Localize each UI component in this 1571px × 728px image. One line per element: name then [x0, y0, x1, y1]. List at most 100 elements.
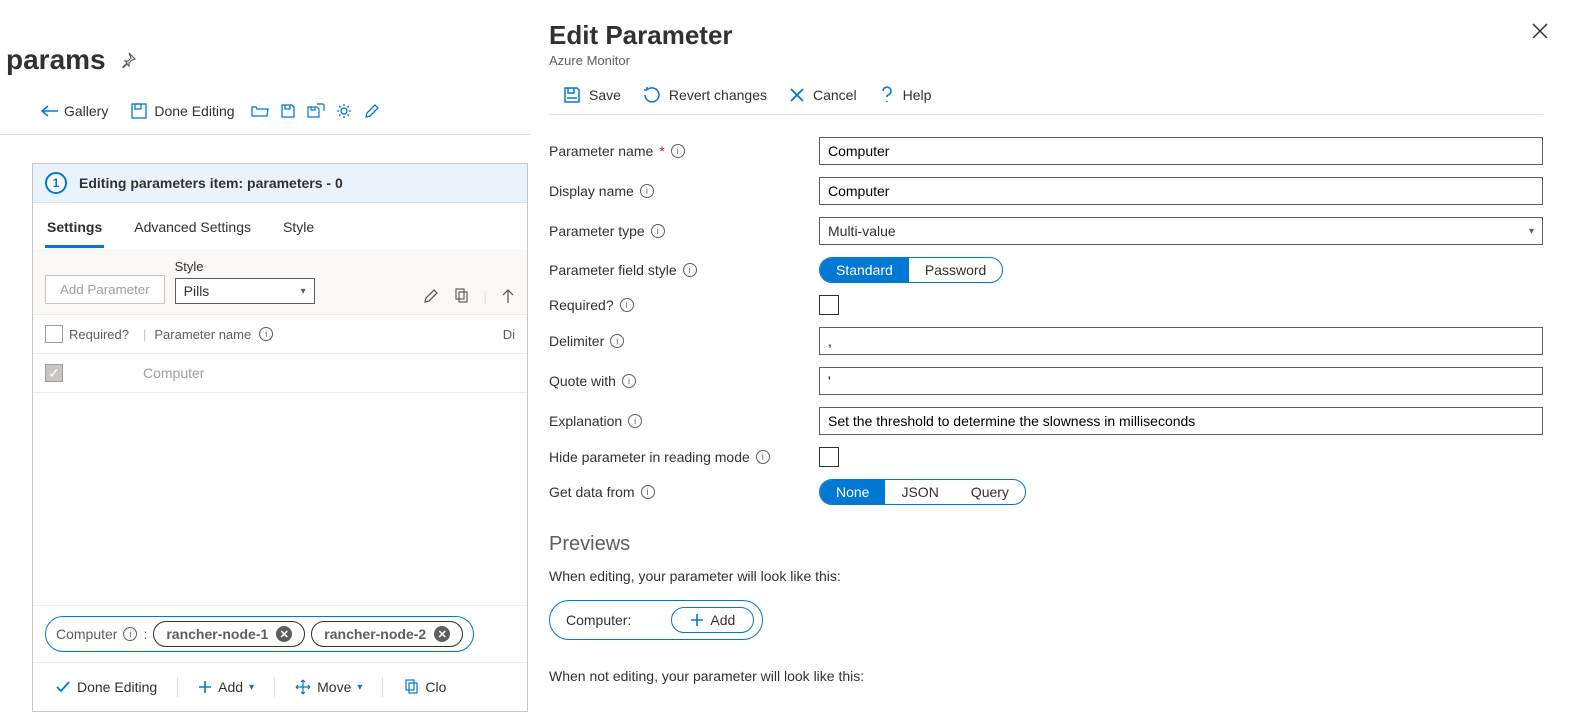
gallery-button[interactable]: Gallery	[34, 98, 114, 124]
info-icon[interactable]: i	[640, 184, 654, 198]
pill-value[interactable]: rancher-node-1 ✕	[153, 621, 305, 647]
arrow-left-icon	[40, 102, 58, 120]
open-icon[interactable]	[251, 102, 269, 120]
parameter-name-input[interactable]	[819, 137, 1543, 165]
get-data-json[interactable]: JSON	[885, 480, 954, 504]
gear-icon[interactable]	[335, 102, 353, 120]
previews-title: Previews	[549, 533, 1543, 556]
display-name-input[interactable]	[819, 177, 1543, 205]
close-icon[interactable]	[1531, 22, 1549, 40]
add-parameter-button[interactable]: Add Parameter	[45, 275, 165, 304]
save-button[interactable]: Save	[563, 86, 621, 104]
cancel-button[interactable]: Cancel	[789, 86, 857, 104]
done-editing-label: Done Editing	[77, 679, 157, 695]
help-icon	[879, 86, 895, 104]
row-parameter-name: Computer	[143, 365, 515, 381]
tab-advanced-settings[interactable]: Advanced Settings	[132, 213, 253, 248]
chevron-down-icon: ▾	[1529, 226, 1534, 237]
panel-toolbar: Save Revert changes Cancel Help	[549, 68, 1543, 115]
get-data-toggle: None JSON Query	[819, 479, 1026, 505]
add-label: Add	[218, 679, 243, 695]
info-icon[interactable]: i	[651, 224, 665, 238]
move-label: Move	[317, 679, 351, 695]
edit-icon[interactable]	[363, 102, 381, 120]
revert-icon	[643, 86, 661, 104]
done-editing-button[interactable]: Done Editing	[124, 98, 240, 124]
label-field-style: Parameter field style	[549, 262, 677, 278]
info-icon[interactable]: i	[641, 485, 655, 499]
pill-container[interactable]: Computer i: rancher-node-1 ✕ rancher-nod…	[45, 616, 474, 652]
required-checkbox[interactable]	[819, 295, 839, 315]
panel-subtitle: Azure Monitor	[549, 53, 1543, 68]
row-checkbox[interactable]: ✓	[45, 364, 63, 382]
info-icon[interactable]: i	[123, 627, 137, 641]
preview-edit-desc: When editing, your parameter will look l…	[549, 568, 1543, 584]
table-header: Required? | Parameter name i Di	[33, 315, 527, 354]
move-button[interactable]: Move ▾	[285, 675, 372, 699]
done-editing-button[interactable]: Done Editing	[45, 675, 167, 699]
row-edit-icon[interactable]	[423, 288, 439, 304]
revert-button[interactable]: Revert changes	[643, 86, 767, 104]
field-style-password[interactable]: Password	[909, 258, 1002, 282]
pin-icon[interactable]	[120, 52, 136, 68]
chevron-down-icon: ▾	[357, 682, 362, 693]
cancel-label: Cancel	[813, 87, 857, 103]
select-all-checkbox[interactable]	[45, 325, 63, 343]
save-as-icon[interactable]	[307, 102, 325, 120]
parameter-editor: 1 Editing parameters item: parameters - …	[32, 163, 528, 712]
explanation-input[interactable]	[819, 407, 1543, 435]
revert-label: Revert changes	[669, 87, 767, 103]
info-icon[interactable]: i	[628, 414, 642, 428]
info-icon[interactable]: i	[620, 298, 634, 312]
label-display-name: Display name	[549, 183, 634, 199]
get-data-query[interactable]: Query	[955, 480, 1025, 504]
row-up-icon[interactable]	[501, 288, 515, 304]
get-data-none[interactable]: None	[820, 480, 885, 504]
editor-header: 1 Editing parameters item: parameters - …	[33, 164, 527, 203]
done-editing-label: Done Editing	[154, 103, 234, 119]
info-icon[interactable]: i	[683, 263, 697, 277]
editor-tabs: Settings Advanced Settings Style	[33, 203, 527, 249]
help-button[interactable]: Help	[879, 86, 932, 104]
preview-add-chip[interactable]: Add	[671, 607, 754, 633]
pill-remove-icon[interactable]: ✕	[276, 626, 292, 642]
style-select[interactable]: Pills ▾	[175, 278, 315, 304]
editor-header-text: Editing parameters item: parameters - 0	[79, 175, 343, 191]
page-title: params	[6, 44, 106, 76]
label-quote-with: Quote with	[549, 373, 616, 389]
pill-container-label: Computer	[56, 626, 117, 642]
info-icon[interactable]: i	[259, 327, 273, 341]
row-copy-icon[interactable]	[453, 288, 469, 304]
save-label: Save	[589, 87, 621, 103]
parameter-type-value: Multi-value	[828, 223, 896, 239]
info-icon[interactable]: i	[610, 334, 624, 348]
pill-text: rancher-node-1	[166, 626, 268, 642]
pill-remove-icon[interactable]: ✕	[434, 626, 450, 642]
clone-label: Clo	[425, 679, 446, 695]
pill-text: rancher-node-2	[324, 626, 426, 642]
info-icon[interactable]: i	[671, 144, 685, 158]
cancel-icon	[789, 87, 805, 103]
preview-pill-editing[interactable]: Computer: Add	[549, 600, 763, 640]
editor-footer: Done Editing Add ▾ Move ▾ Clo	[33, 662, 527, 711]
th-required: Required?	[69, 327, 129, 342]
save-icon	[563, 86, 581, 104]
label-parameter-type: Parameter type	[549, 223, 645, 239]
tab-settings[interactable]: Settings	[45, 213, 104, 248]
pill-value[interactable]: rancher-node-2 ✕	[311, 621, 463, 647]
field-style-standard[interactable]: Standard	[820, 258, 909, 282]
parameter-type-select[interactable]: Multi-value ▾	[819, 217, 1543, 245]
add-button[interactable]: Add ▾	[188, 675, 264, 699]
info-icon[interactable]: i	[756, 450, 770, 464]
preview-add-label: Add	[710, 612, 735, 628]
save-icon[interactable]	[279, 102, 297, 120]
hide-checkbox[interactable]	[819, 447, 839, 467]
style-select-value: Pills	[184, 283, 210, 299]
step-number: 1	[45, 172, 67, 194]
tab-style[interactable]: Style	[281, 213, 316, 248]
clone-button[interactable]: Clo	[393, 675, 456, 699]
delimiter-input[interactable]	[819, 327, 1543, 355]
info-icon[interactable]: i	[622, 374, 636, 388]
quote-input[interactable]	[819, 367, 1543, 395]
table-row[interactable]: ✓ Computer	[33, 354, 527, 393]
